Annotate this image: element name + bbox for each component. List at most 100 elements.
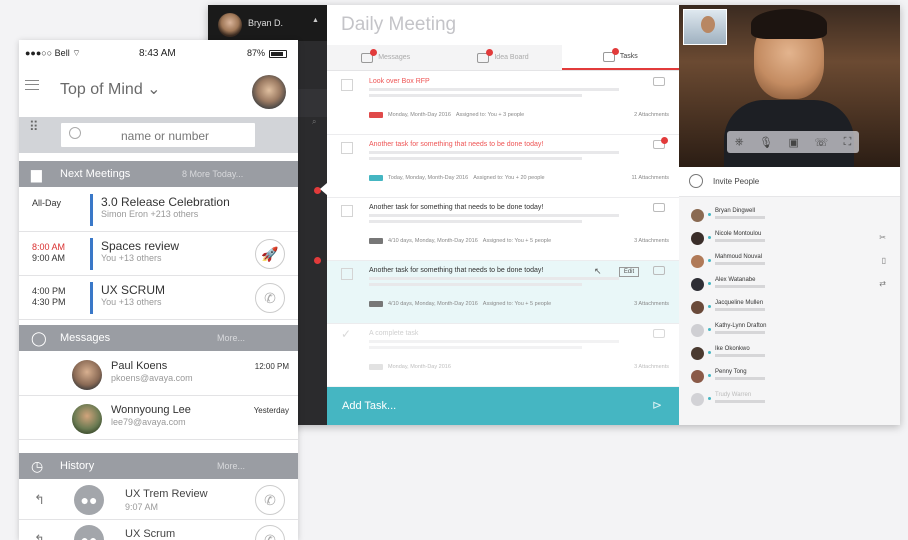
contact-email: lee79@avaya.com xyxy=(111,417,186,427)
invite-label: Invite People xyxy=(713,177,760,186)
message-row[interactable]: Paul Koens pkoens@avaya.com 12:00 PM xyxy=(19,352,298,396)
comment-icon[interactable] xyxy=(653,266,665,275)
edit-button[interactable]: Edit xyxy=(619,267,639,277)
task-description xyxy=(369,277,619,289)
menu-icon[interactable] xyxy=(25,80,39,90)
carrier-signal: ●●●○○ Bell ⌔ xyxy=(25,48,81,58)
task-checkbox[interactable] xyxy=(341,268,353,280)
avatar[interactable] xyxy=(252,75,286,109)
group-avatar-icon: ●● xyxy=(74,525,104,540)
search-icon xyxy=(69,127,81,139)
task-attachments[interactable]: 3 Attachments xyxy=(634,301,669,307)
caret-down-icon[interactable]: ▲ xyxy=(312,17,319,24)
task-description xyxy=(369,88,619,100)
more-history-link[interactable]: More... xyxy=(217,461,245,471)
tab-tasks[interactable]: Tasks xyxy=(561,45,679,70)
more-meetings-link[interactable]: 8 More Today... xyxy=(182,169,243,179)
participant-subtitle xyxy=(715,331,765,334)
comment-icon[interactable] xyxy=(653,329,665,338)
sidebar-user-header[interactable]: Bryan D. ▲ xyxy=(208,5,327,41)
tab-label: Messages xyxy=(378,54,411,61)
meeting-color-bar xyxy=(90,238,93,270)
dialpad-icon[interactable]: ⠿ xyxy=(29,120,49,133)
participant-row[interactable]: Ike Okonkwo xyxy=(679,343,900,366)
task-row[interactable]: Another task for something that needs to… xyxy=(327,198,679,261)
add-task-bar[interactable]: Add Task... ⊳ xyxy=(327,387,679,425)
task-checkbox[interactable] xyxy=(341,79,353,91)
contact-name: Paul Koens xyxy=(111,360,168,372)
more-messages-link[interactable]: More... xyxy=(217,333,245,343)
fullscreen-icon[interactable]: ⛶ xyxy=(844,136,852,149)
meeting-title: Daily Meeting xyxy=(341,14,457,35)
participant-subtitle xyxy=(715,239,765,242)
participant-row[interactable]: Kathy-Lynn Drafton xyxy=(679,320,900,343)
participant-row[interactable]: Mahmoud Nouval ▯ xyxy=(679,251,900,274)
microphone-icon[interactable]: 🎙 xyxy=(759,136,773,149)
task-row-complete[interactable]: ✓ A complete task Monday, Month-Day 2016… xyxy=(327,324,679,387)
comment-icon[interactable] xyxy=(653,203,665,212)
share-screen-icon[interactable]: ▣ xyxy=(788,136,798,149)
task-row[interactable]: Another task for something that needs to… xyxy=(327,261,679,324)
participant-list: Bryan Dingwell Nicole Montoulou ✂ Mahmoud N… xyxy=(679,197,900,425)
avatar xyxy=(691,324,704,337)
task-attachments[interactable]: 3 Attachments xyxy=(634,238,669,244)
tab-messages[interactable]: Messages xyxy=(327,45,444,70)
participant-subtitle xyxy=(715,377,765,380)
self-view-thumbnail[interactable] xyxy=(683,9,727,45)
participant-row[interactable]: Penny Tong xyxy=(679,366,900,389)
phone-call-icon[interactable]: ✆ xyxy=(255,485,285,515)
history-row[interactable]: ↰ ●● UX Scrum ✆ xyxy=(19,520,298,540)
participant-row[interactable]: Jacqueline Mullen xyxy=(679,297,900,320)
contact-email: pkoens@avaya.com xyxy=(111,373,193,383)
battery-icon xyxy=(269,50,287,58)
history-time: 9:07 AM xyxy=(125,502,159,512)
online-status-dot xyxy=(708,236,711,239)
tab-label: Tasks xyxy=(619,53,638,60)
phone-call-icon[interactable]: ✆ xyxy=(255,525,285,540)
task-attachments[interactable]: 11 Attachments xyxy=(631,175,669,181)
comment-icon[interactable] xyxy=(653,77,665,86)
messages-header: ◯ Messages More... xyxy=(19,325,298,351)
task-attachments[interactable]: 3 Attachments xyxy=(634,364,669,370)
meeting-row[interactable]: 4:00 PM 4:30 PM UX SCRUM You +13 others … xyxy=(19,276,298,320)
camera-icon[interactable]: ⎈ xyxy=(735,136,744,149)
message-row[interactable]: Wonnyoung Lee lee79@avaya.com Yesterday xyxy=(19,396,298,440)
user-avatar[interactable] xyxy=(218,13,242,37)
user-name: Bryan D. xyxy=(248,18,284,28)
comment-icon[interactable] xyxy=(653,137,668,149)
invite-people-button[interactable]: Invite People xyxy=(679,167,900,197)
history-title: UX Scrum xyxy=(125,528,176,540)
video-controls: ⎈ 🎙 ▣ ☏ ⛶ xyxy=(727,131,859,153)
task-attachments[interactable]: 2 Attachments xyxy=(634,112,669,118)
meeting-row[interactable]: All-Day 3.0 Release Celebration Simon Er… xyxy=(19,188,298,232)
task-row[interactable]: Another task for something that needs to… xyxy=(327,135,679,198)
participant-row[interactable]: Nicole Montoulou ✂ xyxy=(679,228,900,251)
task-row[interactable]: Look over Box RFP Monday, Month-Day 2016… xyxy=(327,72,679,135)
history-row[interactable]: ↰ ●● UX Trem Review 9:07 AM ✆ xyxy=(19,480,298,520)
hang-up-icon[interactable]: ☏ xyxy=(814,136,828,149)
meeting-row[interactable]: 8:00 AM 9:00 AM Spaces review You +13 ot… xyxy=(19,232,298,276)
participant-row[interactable]: Alex Watanabe ⇄ xyxy=(679,274,900,297)
meeting-title: UX SCRUM xyxy=(101,283,166,297)
online-status-dot xyxy=(708,282,711,285)
participant-row[interactable]: Bryan Dingwell xyxy=(679,205,900,228)
join-rocket-icon[interactable]: 🚀 xyxy=(255,239,285,269)
task-checkbox[interactable] xyxy=(341,205,353,217)
add-task-input[interactable]: Add Task... xyxy=(342,400,396,412)
tab-idea-board[interactable]: Idea Board xyxy=(444,45,561,70)
task-checkbox[interactable] xyxy=(341,142,353,154)
phone-call-icon[interactable]: ✆ xyxy=(255,283,285,313)
message-time: Yesterday xyxy=(253,406,289,415)
group-avatar-icon: ●● xyxy=(74,485,104,515)
meeting-end-time: 9:00 AM xyxy=(32,253,66,263)
selected-pointer xyxy=(320,183,327,195)
board-icon xyxy=(477,48,494,63)
task-description xyxy=(369,214,619,226)
send-icon[interactable]: ⊳ xyxy=(652,398,662,412)
checklist-icon xyxy=(602,47,619,62)
page-title-dropdown[interactable]: Top of Mind ⌄ xyxy=(60,79,161,99)
participant-row[interactable]: Trudy Warren xyxy=(679,389,900,412)
search-icon[interactable]: ⌕ xyxy=(312,117,316,127)
checkmark-icon[interactable]: ✓ xyxy=(341,327,351,341)
participant-subtitle xyxy=(715,308,765,311)
